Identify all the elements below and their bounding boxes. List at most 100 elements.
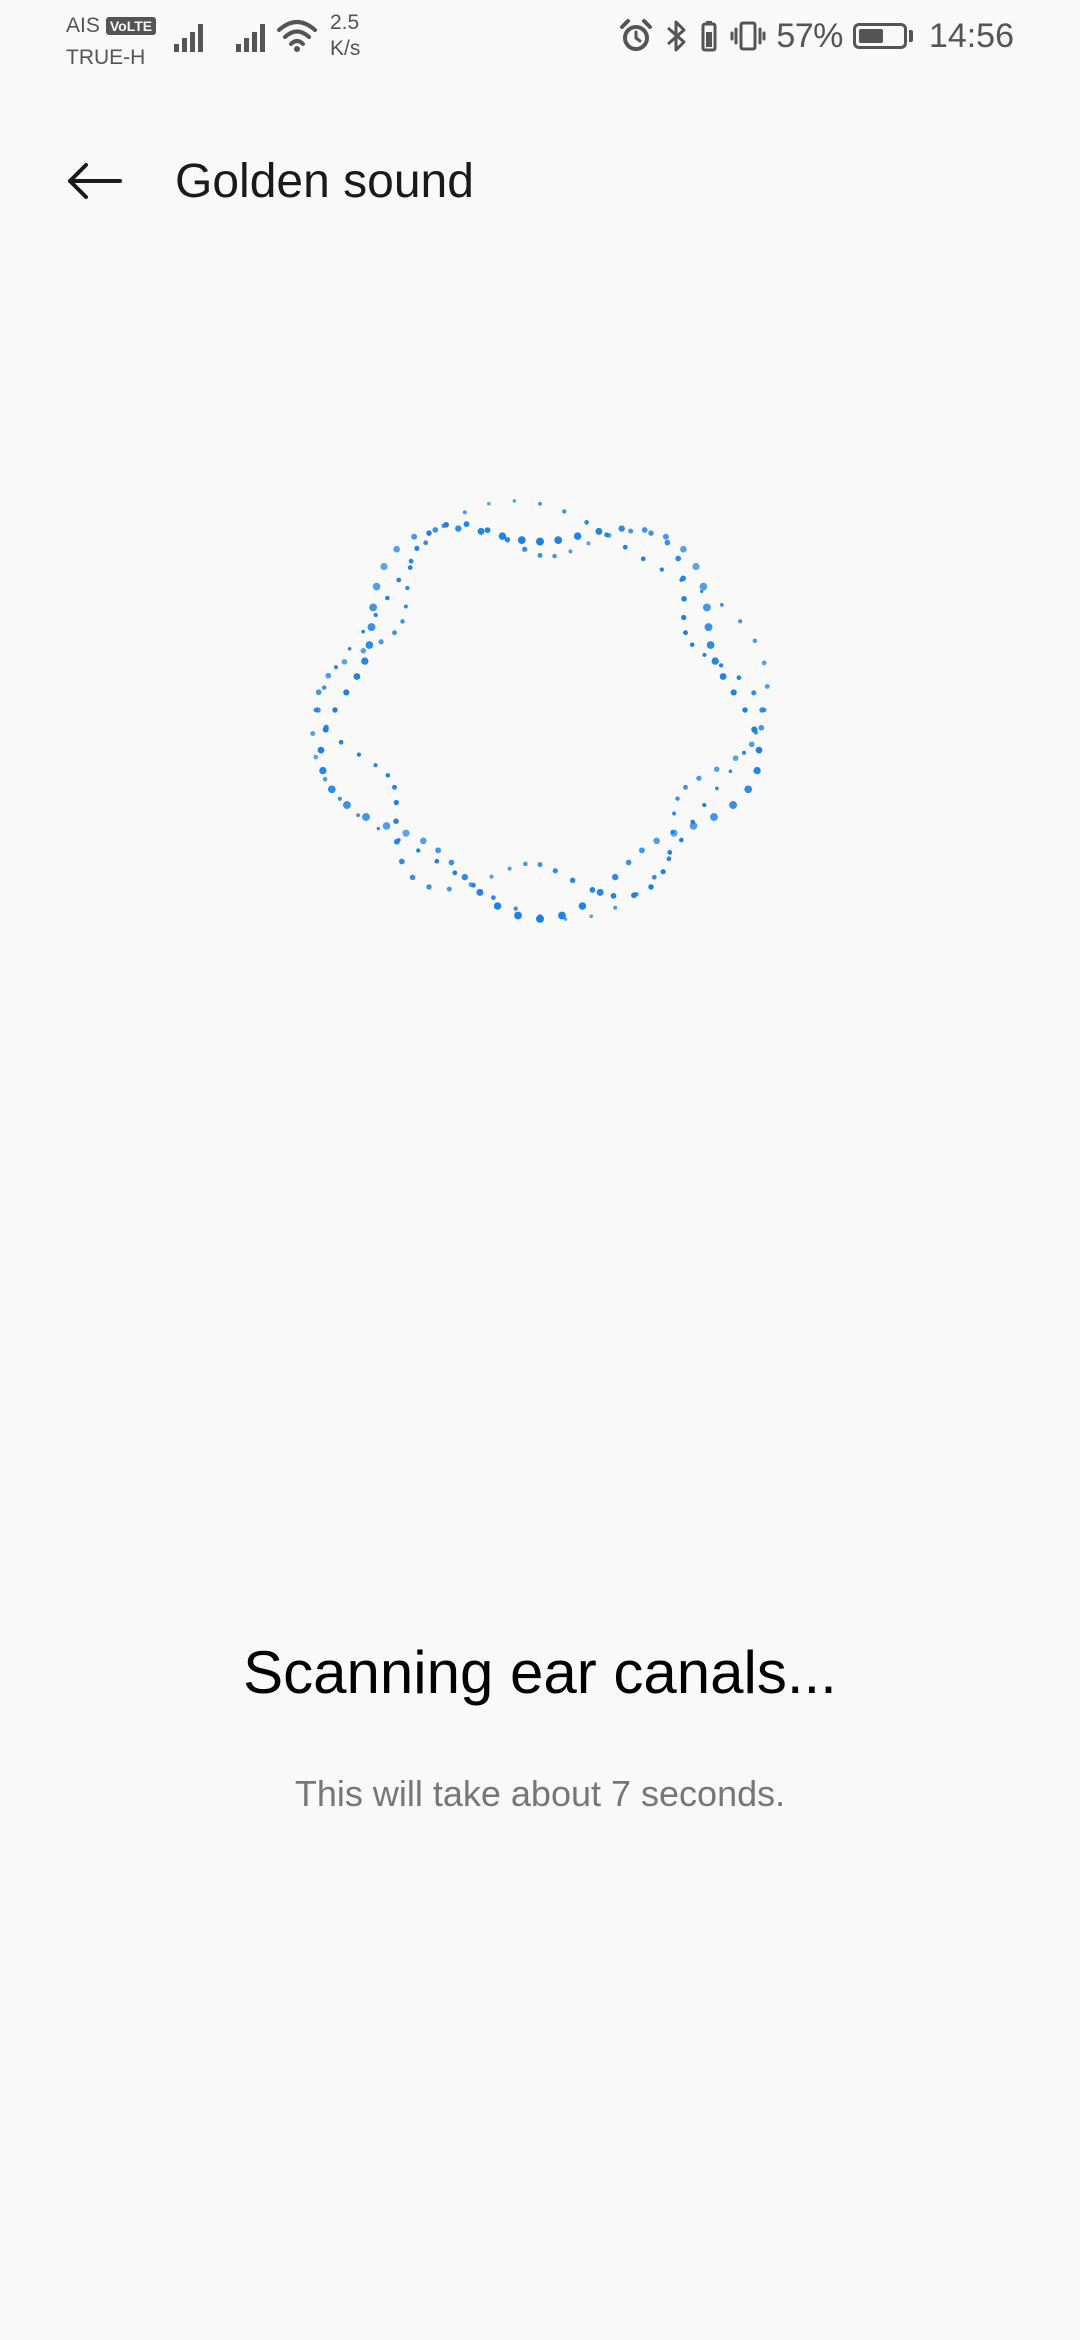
animation-dot — [653, 837, 660, 845]
animation-dot — [536, 537, 544, 546]
animation-dot — [380, 562, 388, 571]
signal-icon — [174, 24, 203, 52]
animation-dot — [610, 893, 617, 899]
animation-dot — [315, 689, 322, 696]
animation-dot — [477, 527, 485, 535]
scanning-animation — [310, 499, 770, 923]
animation-dot — [365, 641, 374, 649]
animation-dot — [420, 837, 427, 845]
animation-dot — [618, 525, 625, 532]
animation-dot — [753, 766, 761, 775]
animation-dot — [322, 776, 328, 782]
animation-dot — [595, 527, 603, 535]
status-right: 57% 14:56 — [618, 16, 1014, 56]
animation-dot — [755, 746, 763, 754]
animation-dot — [681, 596, 687, 602]
animation-dot — [562, 509, 567, 514]
scan-status-title: Scanning ear canals... — [243, 1639, 837, 1706]
animation-dot — [434, 858, 440, 864]
carrier-2-label: TRUE-H — [66, 46, 146, 69]
scan-status-subtitle: This will take about 7 seconds. — [294, 1773, 786, 1814]
animation-dot — [666, 856, 672, 862]
animation-dot — [702, 802, 707, 808]
animation-dot — [552, 553, 557, 559]
vibrate-icon — [730, 21, 766, 51]
animation-dot — [612, 873, 619, 881]
animation-dot — [373, 763, 378, 768]
animation-dot — [411, 533, 418, 540]
animation-dot — [604, 532, 610, 538]
animation-dot — [552, 868, 558, 874]
animation-dot — [675, 796, 680, 801]
animation-dot — [393, 799, 399, 806]
speed-value: 2.5 — [330, 11, 360, 34]
alarm-icon — [620, 19, 653, 51]
animation-dot — [664, 539, 671, 546]
animation-dot — [537, 552, 543, 558]
animation-dot — [675, 555, 682, 562]
animation-dot — [667, 850, 673, 855]
animation-dot — [641, 527, 648, 533]
animation-dot — [321, 685, 327, 690]
animation-dot — [486, 501, 491, 506]
animation-dot — [625, 859, 632, 866]
animation-dot — [319, 766, 327, 775]
animation-dot — [672, 811, 677, 816]
animation-dot — [634, 891, 639, 897]
animation-dot — [361, 657, 369, 665]
animation-dot — [702, 652, 707, 657]
animation-dot — [568, 549, 573, 554]
animation-dot — [514, 911, 522, 920]
animation-dot — [710, 813, 718, 821]
animation-dot — [361, 629, 365, 634]
animation-dot — [507, 866, 512, 871]
animation-dot — [744, 785, 753, 794]
speed-unit: K/s — [330, 37, 361, 60]
animation-dot — [573, 532, 582, 540]
animation-dot — [313, 754, 319, 760]
clock: 14:56 — [928, 16, 1014, 55]
back-button[interactable] — [56, 150, 132, 212]
animation-dot — [393, 545, 400, 553]
animation-dot — [730, 689, 737, 696]
animation-dot — [554, 536, 563, 545]
animation-dot — [729, 801, 738, 809]
animation-dot — [683, 630, 688, 636]
animation-dot — [748, 741, 755, 748]
arrow-left-icon — [68, 163, 122, 199]
animation-dot — [680, 545, 687, 553]
animation-dot — [753, 730, 759, 735]
animation-dot — [426, 530, 432, 536]
animation-dot — [337, 796, 342, 801]
animation-dot — [660, 869, 666, 875]
animation-dot — [461, 873, 468, 881]
animation-dot — [452, 870, 458, 876]
status-bar: AIS VoLTE TRUE-H 2.5 K/s 57% 14:56 — [0, 0, 1080, 80]
animation-dot — [738, 619, 743, 624]
animation-dot — [356, 813, 360, 817]
animation-dot — [396, 577, 402, 583]
animation-dot — [678, 837, 684, 843]
animation-dot — [338, 739, 344, 745]
animation-dot — [409, 874, 416, 881]
animation-dot — [584, 520, 589, 525]
battery-tip — [908, 30, 913, 42]
animation-dot — [764, 683, 770, 689]
animation-dot — [396, 838, 401, 842]
animation-dot — [719, 673, 727, 680]
animation-dot — [327, 785, 336, 794]
volte-badge: VoLTE — [105, 17, 157, 35]
animation-dot — [455, 525, 462, 532]
animation-dot — [325, 672, 332, 679]
animation-dot — [407, 565, 413, 570]
animation-dot — [523, 861, 528, 867]
animation-dot — [578, 902, 587, 910]
animation-dot — [372, 582, 381, 591]
animation-dot — [711, 657, 719, 665]
animation-dot — [463, 521, 470, 527]
animation-dot — [589, 914, 594, 919]
animation-dot — [596, 888, 604, 896]
animation-dot — [696, 775, 702, 781]
animation-dot — [700, 589, 704, 594]
animation-dot — [323, 724, 329, 730]
